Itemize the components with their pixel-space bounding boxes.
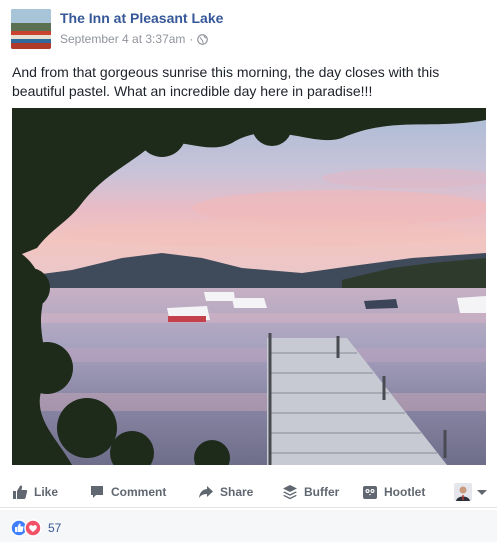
page-avatar[interactable] <box>11 9 51 49</box>
globe-icon[interactable] <box>197 33 209 45</box>
reactions-bar: 57 <box>0 510 497 542</box>
page-name-link[interactable]: The Inn at Pleasant Lake <box>60 10 223 26</box>
post-header: The Inn at Pleasant Lake September 4 at … <box>0 0 497 56</box>
buffer-stack-icon <box>282 484 298 500</box>
reaction-count[interactable]: 57 <box>48 521 61 535</box>
post-photo[interactable] <box>12 108 486 465</box>
share-arrow-icon <box>198 484 214 500</box>
buffer-label: Buffer <box>304 485 340 499</box>
chevron-down-icon <box>477 489 487 495</box>
post-timestamp[interactable]: September 4 at 3:37am <box>60 32 185 46</box>
buffer-button[interactable]: Buffer <box>282 484 339 500</box>
comment-button[interactable]: Comment <box>89 484 166 500</box>
like-label: Like <box>34 485 59 499</box>
post-meta: September 4 at 3:37am · <box>60 32 209 46</box>
post-text: And from that gorgeous sunrise this morn… <box>12 64 440 99</box>
hootlet-label: Hootlet <box>384 485 426 499</box>
comment-label: Comment <box>111 485 167 499</box>
meta-separator: · <box>189 32 194 46</box>
share-label: Share <box>220 485 254 499</box>
profile-avatar <box>454 483 472 501</box>
owl-icon <box>362 484 378 500</box>
post-as-selector[interactable] <box>454 483 487 501</box>
like-button[interactable]: Like <box>12 484 58 500</box>
comment-icon <box>89 484 105 500</box>
post-actions: Like Comment Share Buffer Hootlet <box>0 478 497 508</box>
hootlet-button[interactable]: Hootlet <box>362 484 425 500</box>
reaction-icons[interactable] <box>10 519 44 537</box>
thumbs-up-icon <box>12 484 28 500</box>
facebook-post: The Inn at Pleasant Lake September 4 at … <box>0 0 497 542</box>
share-button[interactable]: Share <box>198 484 253 500</box>
